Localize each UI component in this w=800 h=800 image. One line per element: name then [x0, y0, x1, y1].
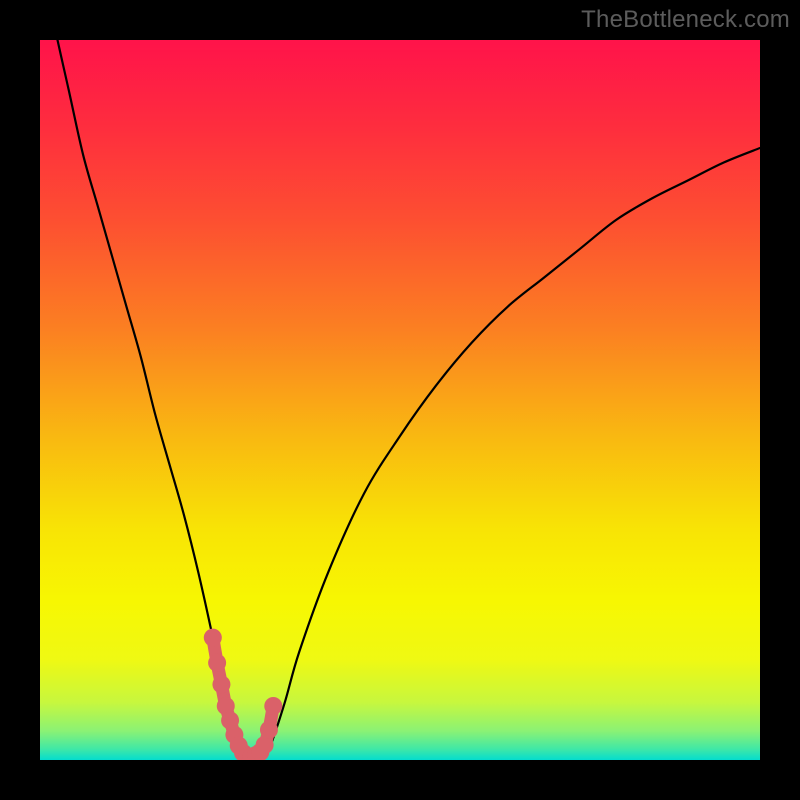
gradient-background [40, 40, 760, 760]
marker-dot [204, 629, 222, 647]
marker-dot [256, 736, 274, 754]
marker-dot [264, 697, 282, 715]
marker-dot [212, 675, 230, 693]
marker-dot [260, 721, 278, 739]
watermark-text: TheBottleneck.com [581, 6, 790, 34]
chart-svg [40, 40, 760, 760]
outer-frame: TheBottleneck.com [0, 0, 800, 800]
marker-dot [208, 654, 226, 672]
plot-area [40, 40, 760, 760]
